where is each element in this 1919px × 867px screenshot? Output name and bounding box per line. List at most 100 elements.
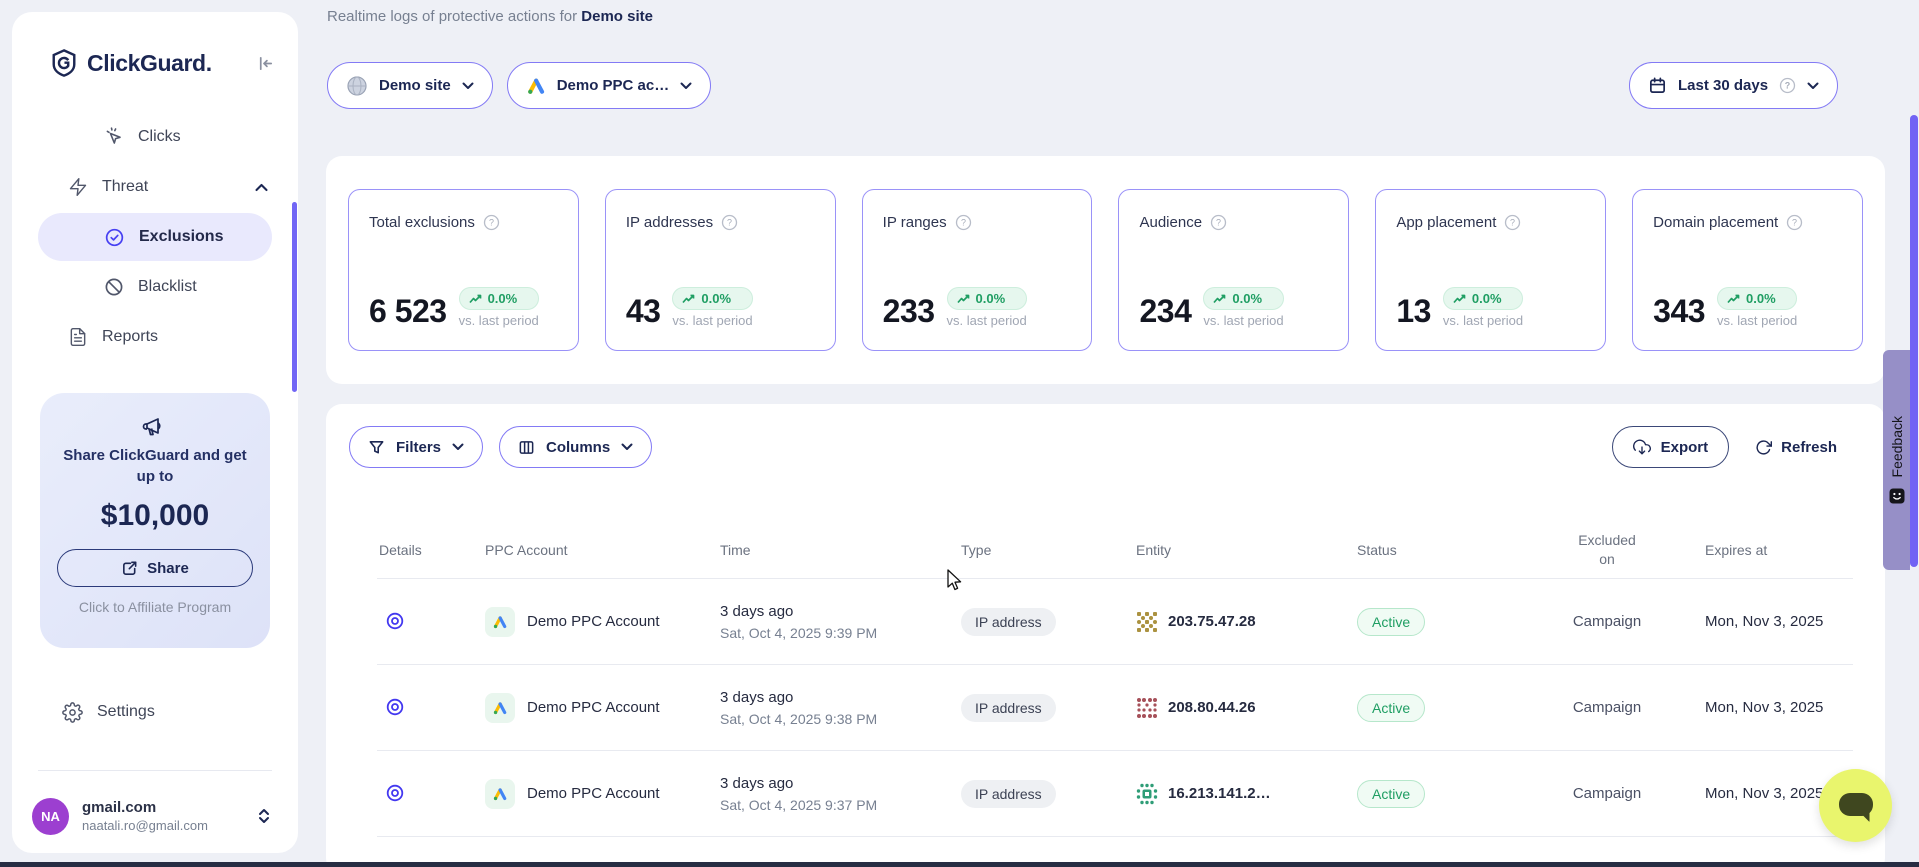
entity-value: 203.75.47.28 bbox=[1168, 613, 1256, 630]
status-badge: Active bbox=[1357, 694, 1425, 722]
stat-caption: vs. last period bbox=[1203, 313, 1283, 328]
page-scrollbar[interactable] bbox=[1910, 115, 1918, 567]
entity-value: 208.80.44.26 bbox=[1168, 699, 1256, 716]
help-circle-icon[interactable]: ? bbox=[483, 214, 500, 231]
subtitle-site-name: Demo site bbox=[581, 8, 653, 25]
type-badge: IP address bbox=[961, 694, 1056, 722]
svg-text:?: ? bbox=[1785, 81, 1790, 91]
col-header-type: Type bbox=[961, 542, 1136, 558]
chevron-down-icon bbox=[680, 82, 692, 90]
sidebar-item-label: Threat bbox=[102, 178, 241, 196]
table-row: Demo PPC Account 3 days ago Sat, Oct 4, … bbox=[377, 579, 1853, 665]
view-details-icon[interactable] bbox=[381, 693, 409, 721]
subtitle-text: Realtime logs of protective actions for bbox=[327, 8, 581, 25]
ppc-account-value: Demo PPC ac… bbox=[557, 77, 670, 94]
time-absolute: Sat, Oct 4, 2025 9:38 PM bbox=[720, 711, 961, 727]
trend-up-icon bbox=[1213, 294, 1227, 304]
export-button[interactable]: Export bbox=[1612, 426, 1730, 468]
excluded-on-cell: Campaign bbox=[1547, 785, 1667, 802]
promo-headline: Share ClickGuard and get up to bbox=[54, 445, 256, 487]
stat-card-app-placement: App placement ? 13 0.0% vs. last period bbox=[1375, 189, 1606, 351]
site-selector-value: Demo site bbox=[379, 77, 451, 94]
stat-caption: vs. last period bbox=[1717, 313, 1797, 328]
excluded-on-cell: Campaign bbox=[1547, 699, 1667, 716]
sidebar-item-label: Reports bbox=[102, 328, 298, 346]
columns-dropdown[interactable]: Columns bbox=[499, 426, 652, 468]
sidebar-collapse-icon[interactable] bbox=[253, 51, 278, 76]
date-range-dropdown[interactable]: Last 30 days ? bbox=[1629, 62, 1838, 109]
table-body: Demo PPC Account 3 days ago Sat, Oct 4, … bbox=[377, 579, 1853, 867]
date-range-value: Last 30 days bbox=[1678, 77, 1768, 94]
trend-up-icon bbox=[469, 294, 483, 304]
affiliate-promo-card[interactable]: Share ClickGuard and get up to $10,000 S… bbox=[40, 393, 270, 648]
sidebar-item-clicks[interactable]: Clicks bbox=[12, 112, 298, 162]
share-button[interactable]: Share bbox=[57, 549, 253, 587]
time-absolute: Sat, Oct 4, 2025 9:37 PM bbox=[720, 797, 961, 813]
help-circle-icon[interactable]: ? bbox=[1786, 214, 1803, 231]
clickguard-logo-icon bbox=[50, 48, 78, 78]
stat-label: IP ranges bbox=[883, 214, 947, 231]
view-details-icon[interactable] bbox=[381, 607, 409, 635]
gear-icon bbox=[62, 702, 83, 723]
stat-delta: 0.0% bbox=[1472, 291, 1502, 306]
stat-value: 343 bbox=[1653, 295, 1705, 327]
lightning-icon bbox=[68, 177, 88, 197]
svg-text:?: ? bbox=[1510, 218, 1515, 228]
feedback-tab[interactable]: Feedback bbox=[1883, 350, 1910, 570]
help-circle-icon[interactable]: ? bbox=[1504, 214, 1521, 231]
cursor-click-icon bbox=[104, 127, 124, 147]
sidebar-nav: Clicks Threat Exclusions bbox=[12, 112, 298, 362]
filters-dropdown[interactable]: Filters bbox=[349, 426, 483, 468]
refresh-label: Refresh bbox=[1781, 439, 1837, 456]
time-relative: 3 days ago bbox=[720, 603, 961, 620]
chevron-down-icon bbox=[452, 443, 464, 451]
sidebar-scrollbar[interactable] bbox=[292, 202, 297, 392]
bottom-edge-bar bbox=[0, 862, 1919, 867]
sidebar-item-label: Blacklist bbox=[138, 278, 298, 296]
view-details-icon[interactable] bbox=[381, 779, 409, 807]
sidebar-item-blacklist[interactable]: Blacklist bbox=[12, 262, 298, 312]
chat-widget-button[interactable] bbox=[1819, 769, 1892, 842]
svg-text:?: ? bbox=[727, 218, 732, 228]
feedback-smiley-icon bbox=[1889, 488, 1905, 504]
refresh-button[interactable]: Refresh bbox=[1755, 439, 1837, 456]
col-header-expires-at: Expires at bbox=[1667, 542, 1853, 558]
columns-icon bbox=[518, 439, 535, 456]
user-name: gmail.com bbox=[82, 799, 245, 816]
ppc-account-dropdown[interactable]: Demo PPC ac… bbox=[507, 62, 712, 109]
status-badge: Active bbox=[1357, 608, 1425, 636]
stat-caption: vs. last period bbox=[459, 313, 539, 328]
sidebar-item-reports[interactable]: Reports bbox=[12, 312, 298, 362]
google-ads-icon bbox=[485, 693, 515, 723]
stat-card-domain-placement: Domain placement ? 343 0.0% vs. last per… bbox=[1632, 189, 1863, 351]
sidebar: ClickGuard. Clicks Threat bbox=[12, 12, 298, 853]
export-label: Export bbox=[1661, 439, 1709, 456]
sidebar-item-settings[interactable]: Settings bbox=[12, 688, 298, 736]
cloud-download-icon bbox=[1633, 438, 1651, 456]
stat-card-audience: Audience ? 234 0.0% vs. last period bbox=[1118, 189, 1349, 351]
col-header-entity: Entity bbox=[1136, 542, 1357, 558]
chevron-up-icon[interactable] bbox=[255, 183, 268, 192]
account-switcher[interactable]: NA gmail.com naatali.ro@gmail.com bbox=[32, 790, 284, 842]
stat-label: Audience bbox=[1139, 214, 1202, 231]
status-badge: Active bbox=[1357, 780, 1425, 808]
help-circle-icon[interactable]: ? bbox=[955, 214, 972, 231]
help-circle-icon[interactable]: ? bbox=[721, 214, 738, 231]
promo-caption: Click to Affiliate Program bbox=[54, 599, 256, 615]
table-row: Demo PPC Account 3 days ago Sat, Oct 4, … bbox=[377, 751, 1853, 837]
stat-value: 233 bbox=[883, 295, 935, 327]
svg-text:?: ? bbox=[961, 218, 966, 228]
columns-label: Columns bbox=[546, 439, 610, 456]
table-header-row: Details PPC Account Time Type Entity Sta… bbox=[377, 522, 1853, 579]
sidebar-item-exclusions[interactable]: Exclusions bbox=[38, 213, 272, 261]
stat-value: 234 bbox=[1139, 295, 1191, 327]
trend-up-icon bbox=[682, 294, 696, 304]
filters-label: Filters bbox=[396, 439, 441, 456]
help-circle-icon[interactable]: ? bbox=[1210, 214, 1227, 231]
trend-up-icon bbox=[957, 294, 971, 304]
sidebar-item-threat[interactable]: Threat bbox=[12, 162, 298, 212]
expires-at-cell: Mon, Nov 3, 2025 bbox=[1667, 699, 1853, 716]
site-selector-dropdown[interactable]: Demo site bbox=[327, 62, 493, 109]
funnel-icon bbox=[368, 439, 385, 456]
chevron-down-icon bbox=[462, 82, 474, 90]
